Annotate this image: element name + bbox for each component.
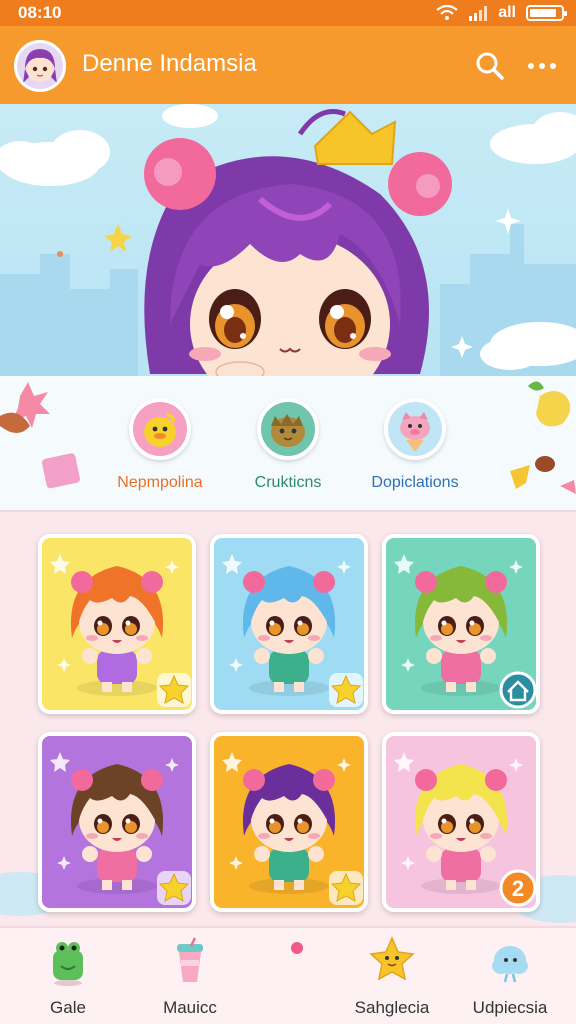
- bottom-navigation: Gale Mauicc Sahglecia Udpiecsia: [0, 926, 576, 1024]
- nav-item-gale[interactable]: Gale: [8, 936, 128, 1018]
- pig-icon: [384, 398, 446, 460]
- hero-banner[interactable]: [0, 104, 576, 376]
- app-title: Denne Indamsia: [82, 50, 257, 77]
- avatar[interactable]: [14, 40, 66, 92]
- character-card[interactable]: 2: [382, 732, 540, 912]
- category-item-3[interactable]: Dopiclations: [330, 398, 500, 492]
- status-bar: 08:10 all: [0, 0, 576, 26]
- more-icon: [528, 63, 556, 69]
- star-icon: [157, 871, 191, 905]
- character-card[interactable]: [38, 534, 196, 714]
- chibi-character-illustration: 2: [386, 736, 536, 908]
- nav-label-udpiecsia: Udpiecsia: [472, 998, 548, 1017]
- page-indicator-dot: [291, 942, 303, 954]
- category-label-3: Dopiclations: [371, 474, 459, 491]
- category-row: Nepmpolina Crukticns Dopiclations: [0, 376, 576, 512]
- chibi-character-illustration: [42, 736, 192, 908]
- cloud-icon: [492, 946, 528, 983]
- chibi-character-illustration: [214, 538, 364, 710]
- drink-icon: [177, 937, 203, 982]
- star-icon: [329, 871, 363, 905]
- more-button[interactable]: [522, 48, 562, 84]
- wifi-icon: [436, 5, 458, 20]
- search-icon: [476, 52, 504, 80]
- star-character-icon: [369, 936, 415, 981]
- frog-icon: [53, 942, 83, 986]
- character-card[interactable]: [210, 534, 368, 714]
- nav-item-sahglecia[interactable]: Sahglecia: [332, 936, 452, 1018]
- character-card[interactable]: [38, 732, 196, 912]
- signal-icon: [469, 6, 488, 21]
- character-grid: 2: [0, 514, 576, 926]
- count-badge-text: 2: [512, 876, 524, 901]
- app-bar: Denne Indamsia: [0, 26, 576, 104]
- nav-label-sahglecia: Sahglecia: [354, 998, 430, 1017]
- star-icon: [157, 673, 191, 707]
- chibi-character-illustration: [214, 736, 364, 908]
- home-icon: [499, 671, 536, 709]
- status-time: 08:10: [18, 3, 62, 22]
- chibi-character-illustration: [42, 538, 192, 710]
- battery-icon: [526, 5, 567, 21]
- hero-character-illustration: [0, 104, 576, 376]
- hedgehog-icon: [257, 398, 319, 460]
- character-card[interactable]: [210, 732, 368, 912]
- carrier-label: all: [498, 4, 516, 21]
- character-card[interactable]: [382, 534, 540, 714]
- nav-label-mauicc: Mauicc: [163, 998, 217, 1017]
- nav-item-mauicc[interactable]: Mauicc: [130, 936, 250, 1018]
- chibi-character-illustration: [386, 538, 536, 710]
- nav-label-gale: Gale: [50, 998, 86, 1017]
- count-badge: 2: [499, 869, 536, 907]
- nav-item-udpiecsia[interactable]: Udpiecsia: [450, 936, 570, 1018]
- search-button[interactable]: [472, 48, 508, 84]
- avatar-character-icon: [17, 43, 63, 89]
- star-icon: [329, 673, 363, 707]
- duck-icon: [129, 398, 191, 460]
